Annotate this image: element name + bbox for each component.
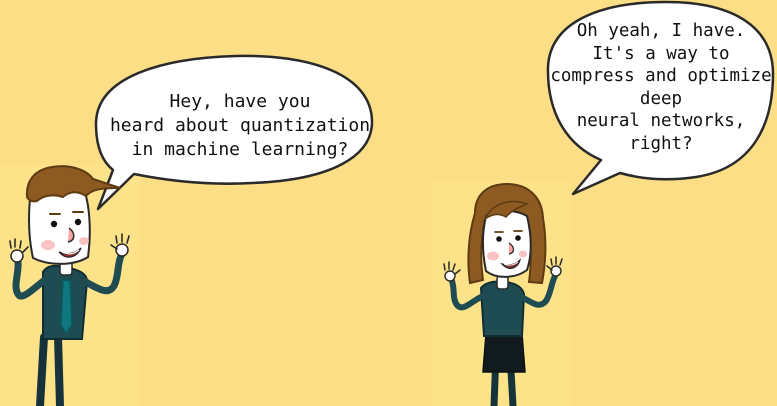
woman-speech-text: Oh yeah, I have. It's a way to compress … (545, 20, 777, 155)
woman-speech-line: neural networks, (576, 111, 746, 131)
woman-speech-line: Oh yeah, I have. (576, 21, 746, 41)
comic-scene: Hey, have you heard about quantization i… (0, 0, 777, 406)
woman-neck (496, 275, 509, 290)
woman-speech-line: right? (629, 133, 693, 154)
man-speech-text: Hey, have you heard about quantization i… (106, 90, 374, 162)
man-speech-line: in machine learning? (131, 139, 349, 160)
man-speech-line: heard about quantization (109, 115, 371, 136)
man-tie (60, 279, 73, 335)
man-speech-line: Hey, have you (169, 91, 311, 112)
woman-skirt (482, 333, 526, 373)
woman-speech-line: deep (639, 88, 683, 109)
woman-speech-line: compress and optimize (550, 66, 772, 86)
woman-speech-line: It's a way to (592, 43, 730, 64)
